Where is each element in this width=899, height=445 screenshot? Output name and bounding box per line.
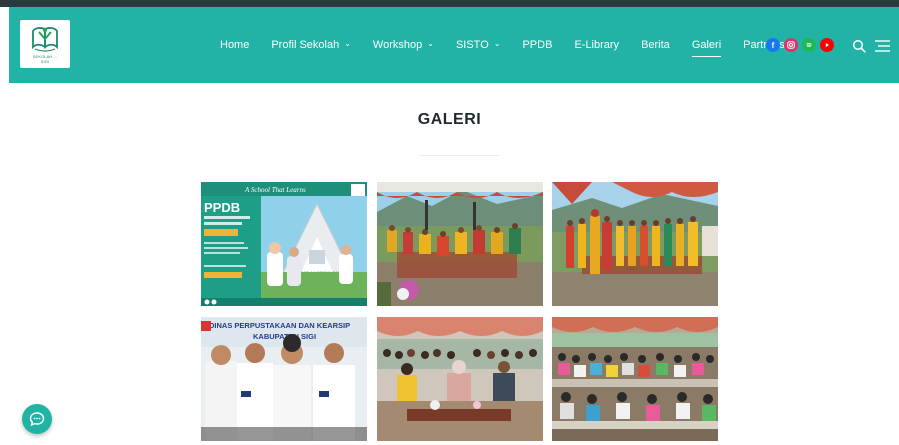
logo-emblem-icon bbox=[32, 26, 58, 52]
nav-galeri-label: Galeri bbox=[691, 39, 722, 51]
chevron-down-icon: ⌄ bbox=[344, 39, 351, 48]
nav-berita[interactable]: Berita bbox=[641, 7, 670, 83]
nav-profil-sekolah-label: Profil Sekolah bbox=[271, 39, 340, 51]
youtube-icon[interactable] bbox=[820, 38, 834, 52]
gallery-image-officials[interactable]: DINAS PERPUSTAKAAN DAN KEARSIP KABUPATEN… bbox=[201, 317, 367, 441]
title-divider bbox=[419, 155, 499, 156]
nav-sisto[interactable]: SISTO ⌄ bbox=[456, 7, 501, 83]
nav-home[interactable]: Home bbox=[220, 7, 249, 83]
nav-home-label: Home bbox=[220, 39, 250, 51]
site-header: SEKOLAH ... SIGI Home Profil Sekolah ⌄ Wo… bbox=[9, 7, 899, 83]
nav-e-library-label: E-Library bbox=[574, 39, 620, 51]
instagram-icon[interactable] bbox=[784, 38, 798, 52]
poster-heading: PPDB bbox=[204, 200, 240, 215]
page-title: GALERI bbox=[417, 111, 482, 128]
poster-tagline: A School That Learns bbox=[244, 186, 306, 194]
nav-profil-sekolah[interactable]: Profil Sekolah ⌄ bbox=[271, 7, 351, 83]
main-nav: Home Profil Sekolah ⌄ Workshop ⌄ SISTO ⌄ PP… bbox=[220, 7, 818, 83]
gallery-image-ppdb-poster[interactable]: A School That Learns PPDB SEKOLAH SOKMA … bbox=[201, 182, 367, 306]
site-logo[interactable]: SEKOLAH ... SIGI bbox=[20, 20, 70, 68]
chat-bubble-icon bbox=[29, 412, 45, 427]
spotify-icon[interactable] bbox=[802, 38, 816, 52]
nav-galeri[interactable]: Galeri bbox=[691, 7, 722, 83]
nav-ppdb-label: PPDB bbox=[522, 39, 553, 51]
page: SEKOLAH ... SIGI Home Profil Sekolah ⌄ Wo… bbox=[0, 0, 899, 445]
top-strip bbox=[0, 0, 899, 7]
nav-e-library[interactable]: E-Library bbox=[574, 7, 619, 83]
chevron-down-icon: ⌄ bbox=[493, 39, 501, 48]
facebook-icon[interactable]: f bbox=[766, 38, 780, 52]
nav-berita-label: Berita bbox=[641, 39, 670, 51]
nav-workshop[interactable]: Workshop ⌄ bbox=[373, 7, 434, 83]
gallery-image-cultural-event-1[interactable] bbox=[377, 182, 543, 306]
gallery-image-students[interactable] bbox=[552, 317, 718, 441]
social-links: f bbox=[766, 38, 834, 52]
gallery-image-cultural-event-2[interactable] bbox=[552, 182, 718, 306]
nav-ppdb[interactable]: PPDB bbox=[522, 7, 552, 83]
search-icon[interactable] bbox=[852, 39, 866, 53]
banner-line-1: DINAS PERPUSTAKAAN DAN KEARSIP bbox=[209, 321, 350, 330]
logo-caption: SEKOLAH ... SIGI bbox=[32, 53, 58, 64]
gallery-image-guests[interactable] bbox=[377, 317, 543, 441]
nav-workshop-label: Workshop bbox=[372, 39, 423, 51]
hamburger-menu-icon[interactable] bbox=[875, 40, 890, 52]
nav-sisto-label: SISTO bbox=[455, 39, 489, 51]
chat-button[interactable] bbox=[22, 404, 52, 434]
chevron-down-icon: ⌄ bbox=[427, 39, 434, 48]
